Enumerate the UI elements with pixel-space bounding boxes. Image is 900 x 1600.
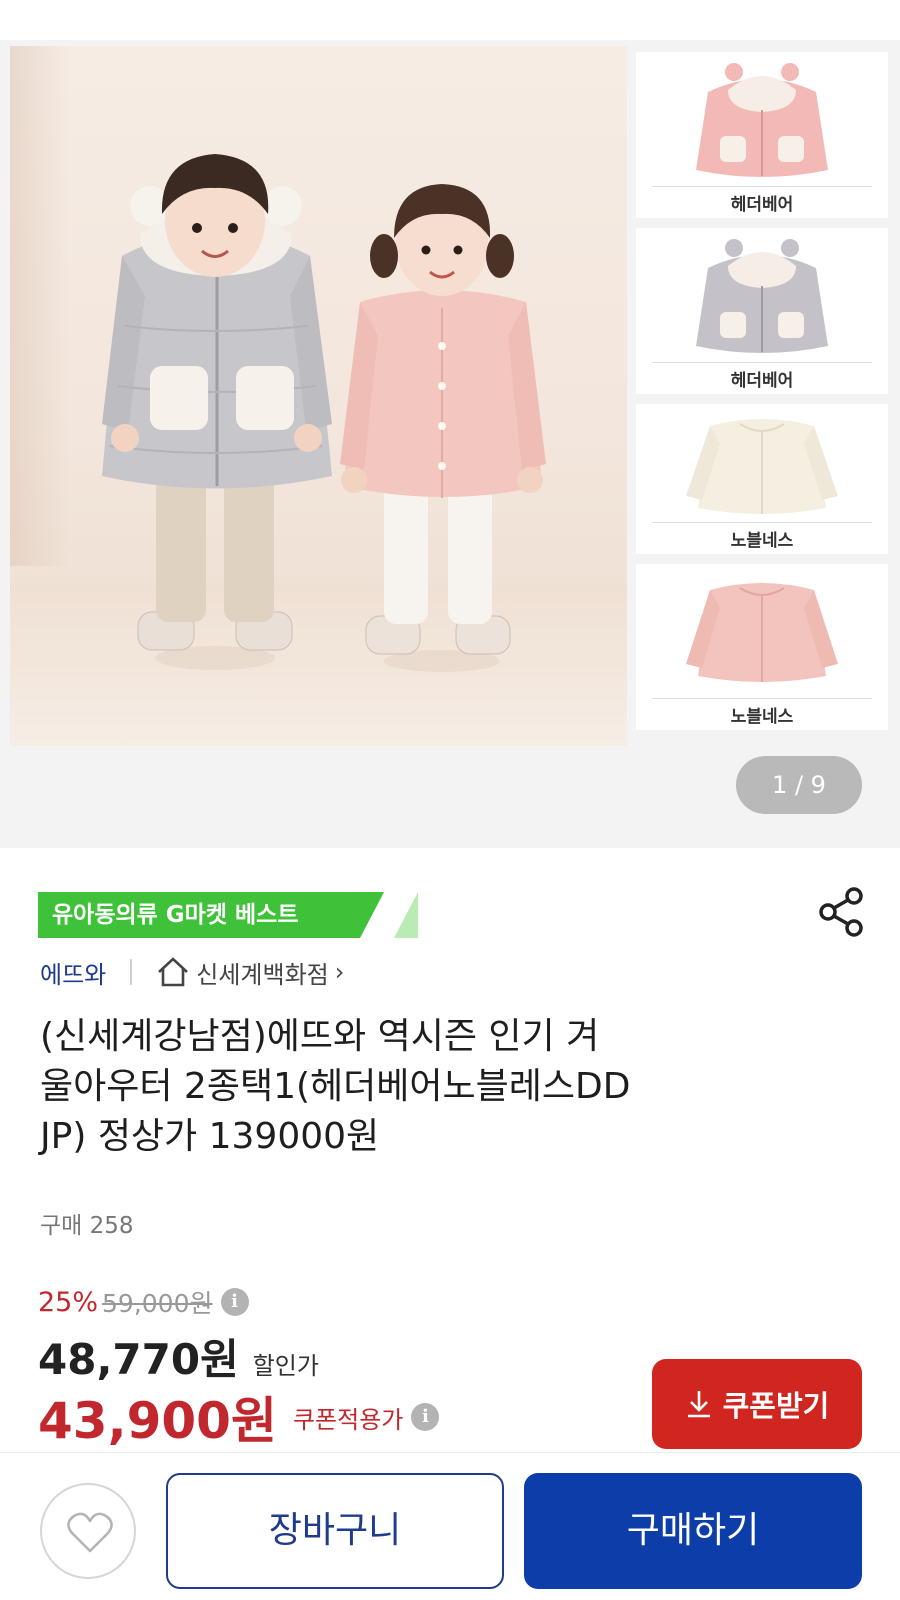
add-to-cart-button[interactable]: 장바구니 (166, 1473, 504, 1589)
seller-divider (130, 959, 133, 985)
product-title-line: (신세계강남점)에뜨와 역시즌 인기 겨 (40, 1016, 600, 1057)
image-pager-indicator: 1 / 9 (736, 756, 862, 814)
thumbnail-2[interactable]: 헤더베어 (636, 228, 888, 394)
sale-price: 48,770원 (38, 1335, 239, 1384)
product-title: (신세계강남점)에뜨와 역시즌 인기 겨 울아우터 2종택1(헤더베어노블레스D… (40, 1012, 860, 1162)
product-image-gallery[interactable]: 헤더베어 헤더베어 노블네스 노블네스 1 / 9 (0, 0, 900, 848)
thumbnail-label: 노블네스 (730, 707, 794, 727)
thumbnail-divider (652, 186, 872, 187)
discount-row: 25% 59,000원 i (38, 1282, 249, 1322)
girl-figure (340, 184, 546, 672)
boy-figure (102, 154, 332, 670)
thumbnail-4[interactable]: 노블네스 (636, 564, 888, 730)
thumbnail-label: 헤더베어 (730, 195, 794, 215)
thumbnail-divider (652, 362, 872, 363)
thumbnail-label: 헤더베어 (730, 371, 794, 391)
thumbnail-divider (652, 522, 872, 523)
sale-price-label: 할인가 (252, 1352, 319, 1380)
purchase-count: 구매 258 (40, 1213, 134, 1239)
badge-text: 유아동의류 G마켓 베스트 (52, 902, 299, 928)
sale-price-row: 48,770원 할인가 (38, 1326, 319, 1384)
seller-row: 에뜨와 신세계백화점 › (40, 952, 344, 992)
info-icon[interactable]: i (220, 1288, 249, 1316)
gallery-top-spacer (0, 0, 900, 40)
thumbnail-label: 노블네스 (730, 531, 794, 551)
thumbnail-list: 헤더베어 헤더베어 노블네스 노블네스 (636, 52, 888, 746)
thumbnail-3[interactable]: 노블네스 (636, 404, 888, 554)
original-price: 59,000원 (102, 1289, 213, 1318)
home-icon (158, 957, 189, 987)
share-icon (819, 887, 863, 937)
brand-link[interactable]: 에뜨와 (40, 955, 106, 990)
children-in-winter-coats-illustration (102, 154, 546, 672)
coupon-price-label: 쿠폰적용가 (292, 1405, 404, 1434)
thumbnail-divider (652, 698, 872, 699)
buy-now-button[interactable]: 구매하기 (524, 1473, 862, 1589)
coupon-price-row: 43,900원 쿠폰적용가 i (38, 1384, 440, 1450)
discount-rate: 25% (38, 1286, 99, 1318)
thumbnail-1[interactable]: 헤더베어 (636, 52, 888, 218)
download-icon (687, 1391, 710, 1418)
badge-tip-light (394, 892, 418, 938)
heart-icon (67, 1512, 113, 1553)
product-title-line: JP) 정상가 139000원 (40, 1116, 380, 1157)
product-title-line: 울아우터 2종택1(헤더베어노블레스DD (40, 1066, 631, 1107)
best-seller-badge: 유아동의류 G마켓 베스트 (38, 892, 418, 938)
chevron-right-icon: › (334, 958, 345, 986)
get-coupon-label: 쿠폰받기 (722, 1389, 830, 1423)
store-link[interactable]: 신세계백화점 (196, 955, 328, 990)
badge-tip (360, 892, 384, 938)
share-button[interactable] (818, 886, 866, 938)
wishlist-button[interactable] (40, 1483, 136, 1579)
coupon-price: 43,900원 (38, 1392, 277, 1450)
main-product-photo[interactable] (10, 46, 627, 746)
get-coupon-button[interactable]: 쿠폰받기 (652, 1359, 862, 1449)
info-icon[interactable]: i (411, 1403, 440, 1431)
bottom-action-bar: 장바구니 구매하기 (0, 1452, 900, 1600)
